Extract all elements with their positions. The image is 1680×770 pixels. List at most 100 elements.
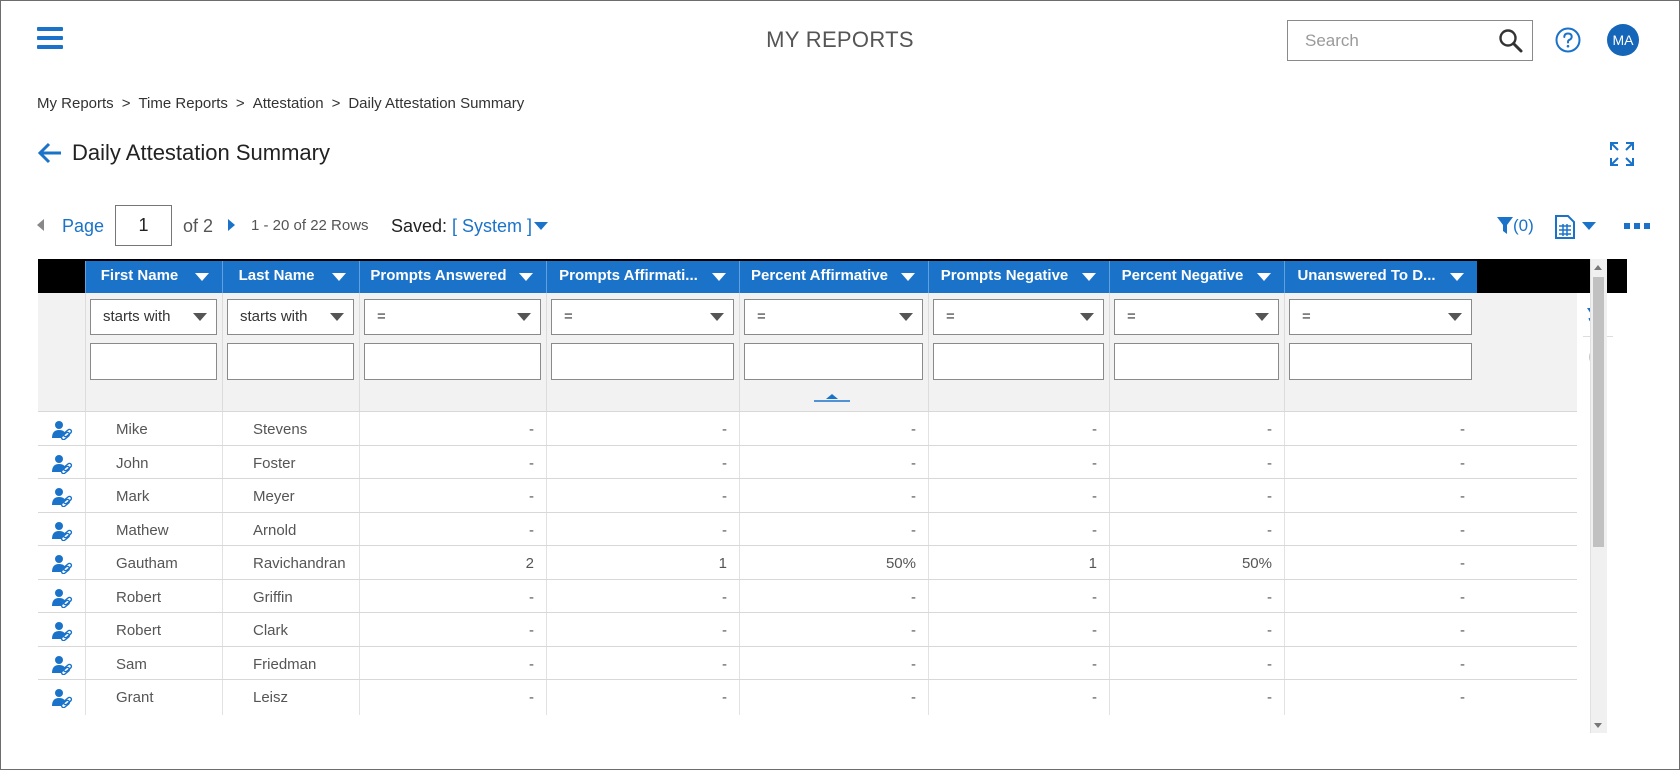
column-header[interactable]: First Name: [85, 261, 222, 293]
table-row[interactable]: Mark Meyer - - - - - -: [38, 478, 1577, 514]
table-row[interactable]: Grant Leisz - - - - - -: [38, 679, 1577, 715]
table-cell: -: [359, 580, 546, 615]
breadcrumb-separator: >: [235, 95, 245, 112]
help-icon[interactable]: [1555, 27, 1581, 53]
filter-value-input[interactable]: [90, 343, 217, 380]
column-menu-icon[interactable]: [1257, 273, 1271, 281]
employee-link-icon[interactable]: [51, 621, 73, 641]
scroll-down-icon[interactable]: [1594, 723, 1602, 728]
column-header-label: Prompts Answered: [370, 267, 507, 284]
saved-view-dropdown[interactable]: [ System ]: [452, 216, 532, 237]
employee-link-icon[interactable]: [51, 655, 73, 675]
column-menu-icon[interactable]: [195, 273, 209, 281]
breadcrumb-item-time-reports[interactable]: Time Reports: [138, 95, 227, 112]
filter-operator-select[interactable]: =: [1114, 299, 1279, 335]
table-cell: -: [1109, 412, 1284, 447]
employee-link-icon[interactable]: [51, 554, 73, 574]
filter-operator-select[interactable]: =: [744, 299, 923, 335]
column-header[interactable]: Last Name: [222, 261, 359, 293]
table-row[interactable]: Sam Friedman - - - - - -: [38, 646, 1577, 682]
column-header[interactable]: Percent Affirmative: [739, 261, 928, 293]
employee-link-icon[interactable]: [51, 588, 73, 608]
filter-value-input[interactable]: [1289, 343, 1472, 380]
scroll-up-icon[interactable]: [1594, 265, 1602, 270]
filter-operator-select[interactable]: starts with: [90, 299, 217, 335]
filter-value-input[interactable]: [227, 343, 354, 380]
search-input[interactable]: [1288, 21, 1488, 60]
page-number-input[interactable]: [115, 205, 172, 246]
column-menu-icon[interactable]: [1450, 273, 1464, 281]
column-header-label: Unanswered To D...: [1297, 267, 1436, 284]
filter-value-input[interactable]: [1114, 343, 1279, 380]
chevron-down-icon[interactable]: [1582, 222, 1596, 230]
employee-link-icon[interactable]: [51, 487, 73, 507]
column-divider: [1109, 293, 1110, 411]
column-header-label: First Name: [100, 267, 179, 284]
table-cell: Foster: [222, 446, 359, 481]
table-cell: -: [1284, 546, 1477, 581]
table-row[interactable]: John Foster - - - - - -: [38, 445, 1577, 481]
expand-icon[interactable]: [1609, 141, 1635, 167]
column-header[interactable]: Prompts Answered: [359, 261, 546, 293]
search-icon[interactable]: [1498, 28, 1524, 54]
pager-bar: Page of 2 1 - 20 of 22 Rows Saved: [ Sys…: [37, 204, 1650, 246]
table-row[interactable]: Robert Griffin - - - - - -: [38, 579, 1577, 615]
table-cell: -: [1284, 446, 1477, 481]
filter-value-input[interactable]: [933, 343, 1104, 380]
column-menu-icon[interactable]: [519, 273, 533, 281]
column-header[interactable]: Percent Negative: [1109, 261, 1284, 293]
table-row[interactable]: Robert Clark - - - - - -: [38, 612, 1577, 648]
employee-link-icon[interactable]: [51, 420, 73, 440]
employee-link-icon[interactable]: [51, 521, 73, 541]
table-row[interactable]: Mathew Arnold - - - - - -: [38, 512, 1577, 548]
scrollbar-thumb[interactable]: [1593, 277, 1604, 547]
table-cell: -: [1284, 412, 1477, 447]
column-header[interactable]: Prompts Negative: [928, 261, 1109, 293]
table-cell: Leisz: [222, 680, 359, 715]
avatar[interactable]: MA: [1607, 24, 1639, 56]
filter-icon[interactable]: [1497, 217, 1513, 235]
column-divider: [928, 293, 929, 411]
table-row[interactable]: Mike Stevens - - - - - -: [38, 411, 1577, 447]
employee-link-icon[interactable]: [51, 454, 73, 474]
breadcrumb-item-attestation[interactable]: Attestation: [253, 95, 324, 112]
table-cell: -: [928, 412, 1109, 447]
column-menu-icon[interactable]: [712, 273, 726, 281]
table-row[interactable]: Gautham Ravichandran 2 1 50% 1 50% -: [38, 545, 1577, 581]
filter-operator-select[interactable]: =: [364, 299, 541, 335]
grid-header: First Name Last Name Prompts Answered Promp…: [38, 259, 1627, 293]
column-divider: [1284, 293, 1285, 411]
previous-page-icon[interactable]: [37, 219, 44, 231]
chevron-down-icon[interactable]: [534, 222, 548, 230]
table-cell: -: [1284, 479, 1477, 514]
table-cell: -: [739, 479, 928, 514]
filter-operator-select[interactable]: =: [551, 299, 734, 335]
column-header[interactable]: Unanswered To D...: [1284, 261, 1477, 293]
next-page-icon[interactable]: [228, 219, 235, 231]
collapse-filter-icon[interactable]: [814, 392, 850, 402]
employee-link-icon[interactable]: [51, 688, 73, 708]
table-cell: -: [546, 613, 739, 648]
column-menu-icon[interactable]: [1082, 273, 1096, 281]
breadcrumb-item-my-reports[interactable]: My Reports: [37, 95, 114, 112]
app-frame: MY REPORTS MA My Reports>Time Reports>At…: [0, 0, 1680, 770]
filter-count[interactable]: (0): [1513, 216, 1534, 236]
export-icon[interactable]: [1555, 215, 1575, 239]
column-header[interactable]: Prompts Affirmati...: [546, 261, 739, 293]
more-icon[interactable]: [1624, 222, 1650, 230]
filter-value-input[interactable]: [744, 343, 923, 380]
back-arrow-icon[interactable]: [37, 141, 63, 165]
filter-operator-select[interactable]: starts with: [227, 299, 354, 335]
table-cell: -: [359, 446, 546, 481]
table-cell: -: [546, 412, 739, 447]
table-cell: 1: [928, 546, 1109, 581]
table-cell: 2: [359, 546, 546, 581]
column-menu-icon[interactable]: [901, 273, 915, 281]
filter-operator-select[interactable]: =: [933, 299, 1104, 335]
filter-operator-select[interactable]: =: [1289, 299, 1472, 335]
filter-value-input[interactable]: [364, 343, 541, 380]
table-cell: -: [1284, 680, 1477, 715]
filter-value-input[interactable]: [551, 343, 734, 380]
table-cell: -: [1109, 613, 1284, 648]
column-menu-icon[interactable]: [332, 273, 346, 281]
